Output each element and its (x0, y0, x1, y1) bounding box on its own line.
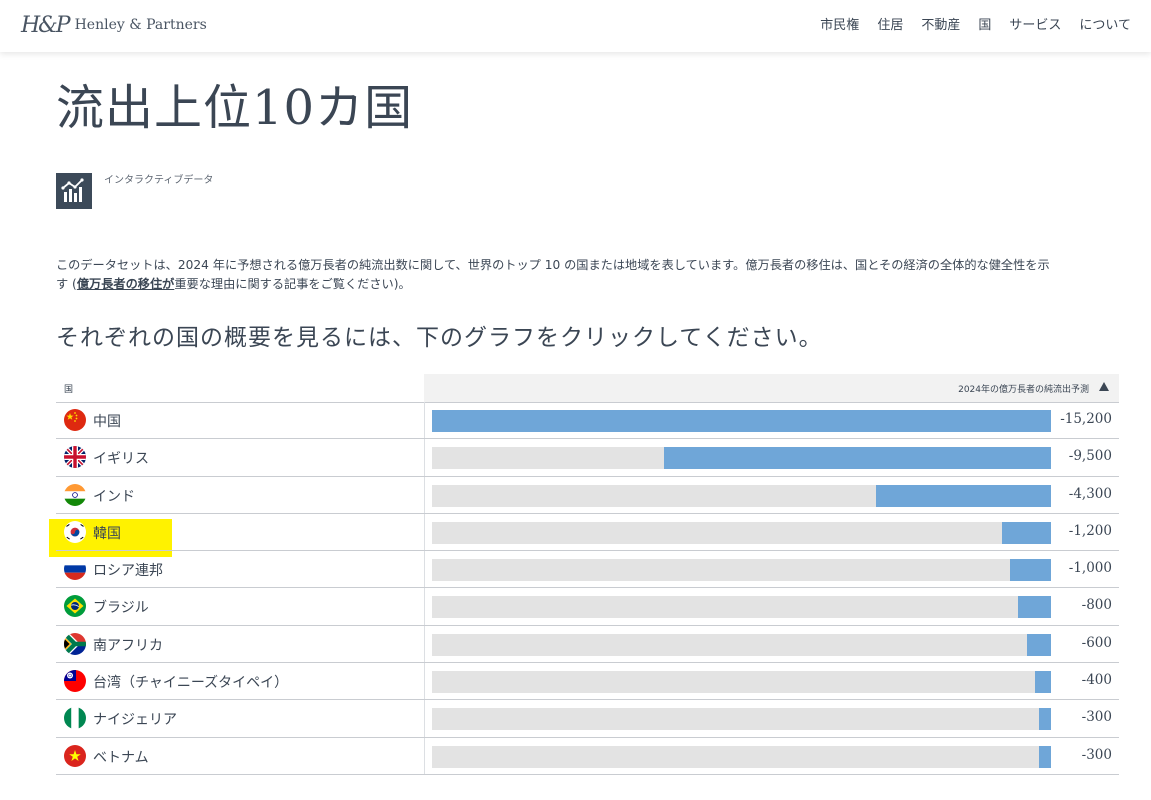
bar[interactable] (1002, 521, 1051, 544)
dataset-description: このデータセットは、2024 年に予想される億万長者の純流出数に関して、世界のト… (56, 256, 1151, 294)
interactive-data-chart-icon (56, 173, 92, 209)
south-korea-flag-icon (64, 520, 86, 543)
nav-countries[interactable]: 国 (978, 14, 991, 33)
bar[interactable] (1018, 596, 1051, 619)
country-name[interactable]: ロシア連邦 (93, 560, 163, 580)
bar-track[interactable] (432, 410, 1051, 432)
russia-flag-icon (64, 558, 86, 581)
country-name[interactable]: ナイジェリア (93, 709, 177, 729)
description-prefix: す ( (56, 277, 77, 291)
chart-row[interactable]: インド -4,300 (56, 476, 1119, 514)
bar-value-label: -15,200 (1060, 411, 1112, 427)
bar-value-label: -400 (1081, 672, 1112, 689)
nav-citizenship[interactable]: 市民権 (820, 14, 859, 33)
bar-value-label: -1,200 (1068, 522, 1112, 539)
chart-row[interactable]: 韓国 -1,200 (56, 513, 1119, 552)
column-divider (424, 588, 425, 625)
bar-value-label: -4,300 (1068, 485, 1112, 502)
bar-track[interactable] (432, 484, 1051, 507)
nigeria-flag-icon (64, 707, 86, 730)
nav-residence[interactable]: 住居 (877, 14, 903, 33)
column-header-value-cell[interactable]: 2024年の億万長者の純流出予測 (424, 374, 1119, 402)
bar-track[interactable] (432, 521, 1051, 544)
brazil-flag-icon (64, 595, 86, 618)
country-name[interactable]: ベトナム (93, 747, 149, 767)
bar-value-label: -1,000 (1068, 560, 1112, 577)
column-divider (424, 402, 425, 439)
column-divider (424, 476, 425, 513)
chart-row[interactable]: イギリス -9,500 (56, 439, 1119, 477)
bar-value-label: -300 (1081, 709, 1112, 726)
country-name[interactable]: インド (93, 486, 135, 506)
india-flag-icon (64, 483, 86, 506)
description-line-1: このデータセットは、2024 年に予想される億万長者の純流出数に関して、世界のト… (56, 258, 1050, 272)
column-divider (424, 439, 425, 476)
bar[interactable] (875, 484, 1051, 507)
description-line-2: す (億万長者の移住が重要な理由に関する記事をご覧ください)。 (56, 275, 1151, 294)
bar-value-label: -600 (1081, 634, 1112, 651)
bar-track[interactable] (432, 633, 1051, 656)
description-suffix: 重要な理由に関する記事をご覧ください)。 (174, 277, 411, 291)
country-name[interactable]: 台湾（チャイニーズタイペイ） (93, 672, 288, 692)
chart-row[interactable]: 中国 -15,200 (56, 402, 1119, 440)
bar[interactable] (1010, 559, 1051, 582)
chart-row[interactable]: ナイジェリア -300 (56, 700, 1119, 738)
chart-row[interactable]: ブラジル -800 (56, 588, 1119, 626)
logo-text: Henley & Partners (74, 17, 207, 33)
chart-row[interactable]: 南アフリカ -600 (56, 625, 1119, 664)
vietnam-flag-icon (64, 744, 86, 767)
henley-partners-logo[interactable]: H&P Henley & Partners (21, 10, 207, 40)
site-header: H&P Henley & Partners 市民権 住居 不動産 国 サービス … (0, 0, 1151, 52)
logo-mark: H&P (21, 12, 71, 38)
country-name[interactable]: 南アフリカ (93, 635, 163, 655)
country-name[interactable]: イギリス (93, 448, 149, 468)
bar-track[interactable] (432, 745, 1051, 768)
nav-about[interactable]: について (1079, 14, 1131, 33)
bar-value-label: -9,500 (1068, 448, 1112, 465)
country-name[interactable]: 中国 (93, 411, 121, 431)
bar-track[interactable] (432, 671, 1051, 694)
bar[interactable] (664, 447, 1051, 470)
table-header: 国 2024年の億万長者の純流出予測 (56, 374, 1119, 403)
chart-row[interactable]: 台湾（チャイニーズタイペイ） -400 (56, 663, 1119, 701)
south-africa-flag-icon (64, 632, 86, 655)
nav-services[interactable]: サービス (1009, 14, 1061, 33)
china-flag-icon (64, 409, 86, 431)
bar[interactable] (1038, 745, 1051, 768)
country-bar-chart: 中国 -15,200 イギリス -9,500 インド -4,300 韓国 -1,200 ロシア連… (56, 402, 1119, 775)
bar-track[interactable] (432, 559, 1051, 582)
column-header-country: 国 (64, 385, 74, 395)
bar[interactable] (1034, 671, 1051, 694)
sort-ascending-icon[interactable] (1099, 382, 1109, 391)
column-divider (424, 513, 425, 551)
column-divider (424, 737, 425, 774)
bar-track[interactable] (432, 447, 1051, 470)
bar-value-label: -800 (1081, 597, 1112, 614)
uk-flag-icon (64, 446, 86, 469)
bar[interactable] (432, 410, 1051, 432)
billionaire-migration-link[interactable]: 億万長者の移住が (77, 277, 175, 291)
bar-track[interactable] (432, 708, 1051, 731)
column-divider (424, 700, 425, 737)
bar[interactable] (1038, 708, 1051, 731)
column-divider (424, 551, 425, 588)
interactive-data-label: インタラクティブデータ (104, 175, 214, 186)
column-divider (424, 663, 425, 700)
column-header-value[interactable]: 2024年の億万長者の純流出予測 (958, 382, 1089, 395)
column-divider (424, 625, 425, 663)
page-title: 流出上位10カ国 (56, 80, 414, 136)
bar-value-label: -300 (1081, 746, 1112, 763)
country-name[interactable]: 韓国 (93, 523, 121, 543)
nav-real-estate[interactable]: 不動産 (921, 14, 960, 33)
chart-instruction: それぞれの国の概要を見るには、下のグラフをクリックしてください。 (56, 325, 823, 351)
country-name[interactable]: ブラジル (93, 597, 149, 617)
main-nav: 市民権 住居 不動産 国 サービス について (820, 14, 1131, 33)
taiwan-flag-icon (64, 670, 86, 693)
bar-track[interactable] (432, 596, 1051, 619)
bar[interactable] (1026, 633, 1051, 656)
chart-row[interactable]: ロシア連邦 -1,000 (56, 551, 1119, 589)
chart-row[interactable]: ベトナム -300 (56, 737, 1119, 775)
